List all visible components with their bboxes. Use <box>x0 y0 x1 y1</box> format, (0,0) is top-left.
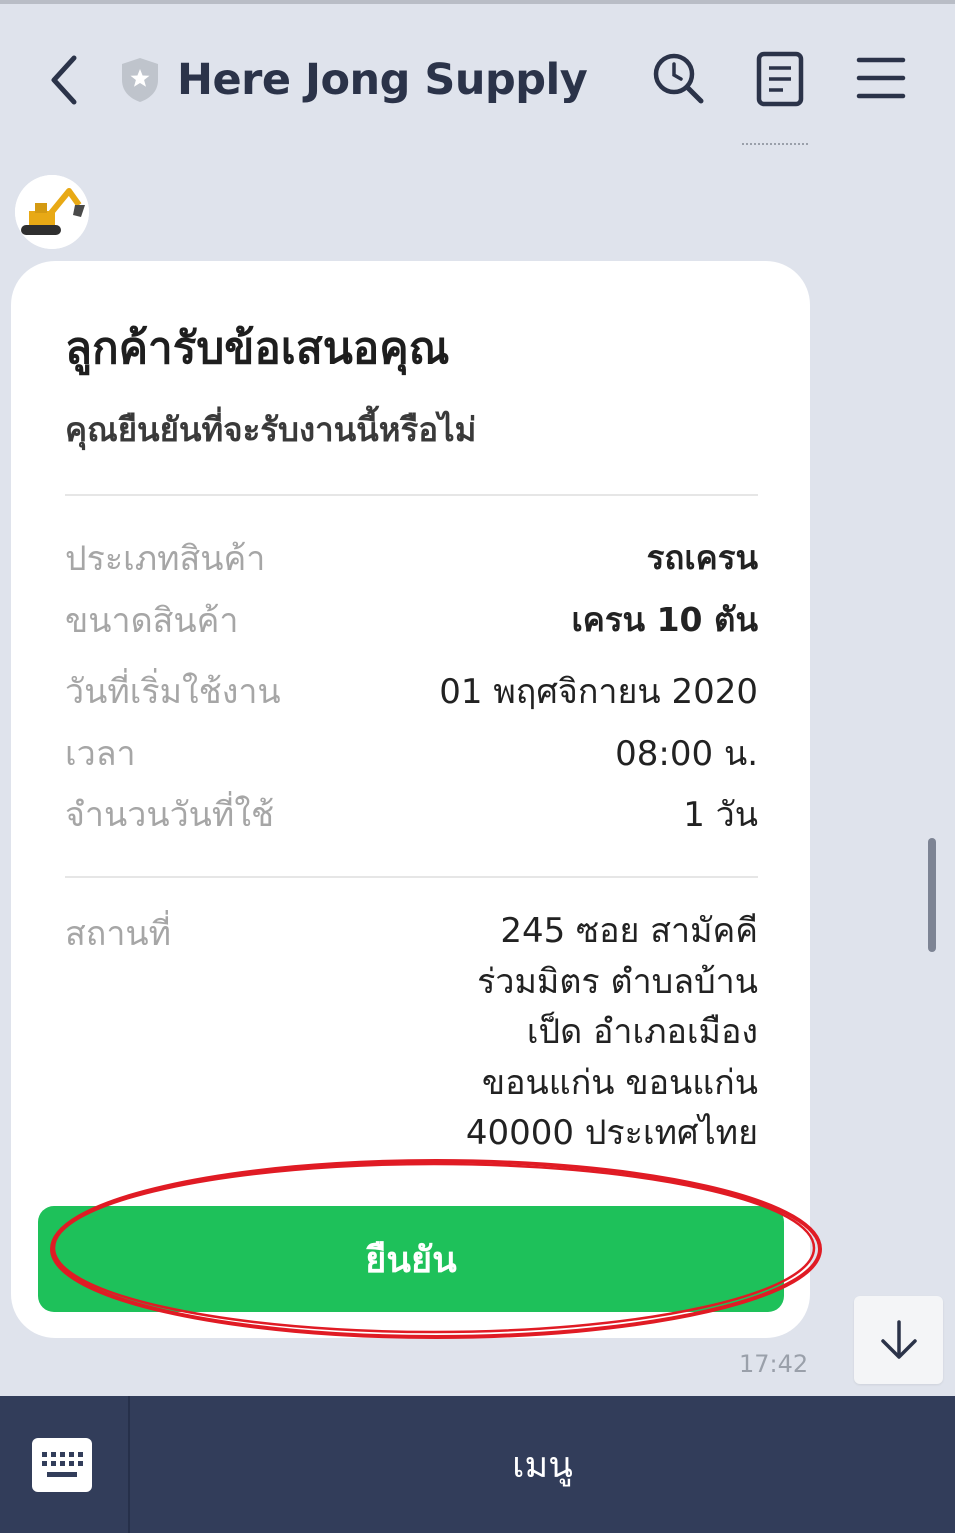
scrollbar[interactable] <box>928 838 936 952</box>
search-button[interactable] <box>648 48 708 108</box>
row-label: จำนวนวันที่ใช้ <box>65 795 275 835</box>
arrow-down-icon <box>880 1320 917 1359</box>
detail-row-time: เวลา 08:00 น. <box>65 726 758 774</box>
excavator-image <box>15 175 89 249</box>
row-value: 1 วัน <box>683 795 758 835</box>
card-subtitle: คุณยืนยันที่จะรับงานนี้หรือไม่ <box>65 410 477 449</box>
shield-icon <box>118 56 162 104</box>
keyboard-icon <box>32 1438 92 1492</box>
rich-menu-toggle[interactable]: เมนู <box>130 1396 955 1533</box>
row-value: รถเครน <box>646 538 758 577</box>
avatar[interactable] <box>15 175 89 249</box>
location-line: ร่วมมิตร ตำบลบ้าน <box>477 961 758 1002</box>
detail-row-product-type: ประเภทสินค้า รถเครน <box>65 531 758 579</box>
location-line: 245 ซอย สามัคคี <box>500 911 758 951</box>
message-timestamp: 17:42 <box>739 1350 809 1378</box>
detail-row-product-size: ขนาดสินค้า เครน 10 ตัน <box>65 593 758 641</box>
row-label: ขนาดสินค้า <box>65 601 239 641</box>
scroll-down-button[interactable] <box>854 1296 943 1384</box>
confirm-button[interactable]: ยืนยัน <box>38 1206 784 1312</box>
search-icon <box>653 53 704 104</box>
row-label: เวลา <box>65 734 136 774</box>
bottom-bar: เมนู <box>0 1396 955 1533</box>
menu-button[interactable] <box>851 48 911 108</box>
chat-header: Here Jong Supply <box>0 4 955 144</box>
divider <box>65 494 758 496</box>
card-title: ลูกค้ารับข้อเสนอคุณ <box>65 323 450 374</box>
row-value: 08:00 น. <box>615 734 758 774</box>
keyboard-button[interactable] <box>31 1437 93 1493</box>
previous-message-edge <box>742 143 808 149</box>
row-value: เครน 10 ตัน <box>571 600 758 639</box>
back-icon <box>51 55 77 105</box>
detail-row-days: จำนวนวันที่ใช้ 1 วัน <box>65 787 758 835</box>
location-line: ขอนแก่น ขอนแก่น <box>481 1062 758 1103</box>
divider <box>65 876 758 878</box>
location-value: 245 ซอย สามัคคี ร่วมมิตร ตำบลบ้าน เป็ด อ… <box>428 906 758 1159</box>
row-label: ประเภทสินค้า <box>65 539 266 579</box>
chat-title: Here Jong Supply <box>177 55 588 105</box>
row-label: วันที่เริ่มใช้งาน <box>65 672 281 712</box>
notes-icon <box>756 51 804 107</box>
location-line: 40000 ประเทศไทย <box>465 1113 758 1153</box>
location-line: เป็ด อำเภอเมือง <box>526 1012 758 1052</box>
row-value: 01 พฤศจิกายน 2020 <box>439 672 758 712</box>
location-label: สถานที่ <box>65 914 172 954</box>
menu-icon <box>856 57 906 99</box>
offer-card: ลูกค้ารับข้อเสนอคุณ คุณยืนยันที่จะรับงาน… <box>11 261 810 1338</box>
back-button[interactable] <box>44 52 88 108</box>
notes-button[interactable] <box>750 48 810 108</box>
detail-row-start-date: วันที่เริ่มใช้งาน 01 พฤศจิกายน 2020 <box>65 664 758 712</box>
